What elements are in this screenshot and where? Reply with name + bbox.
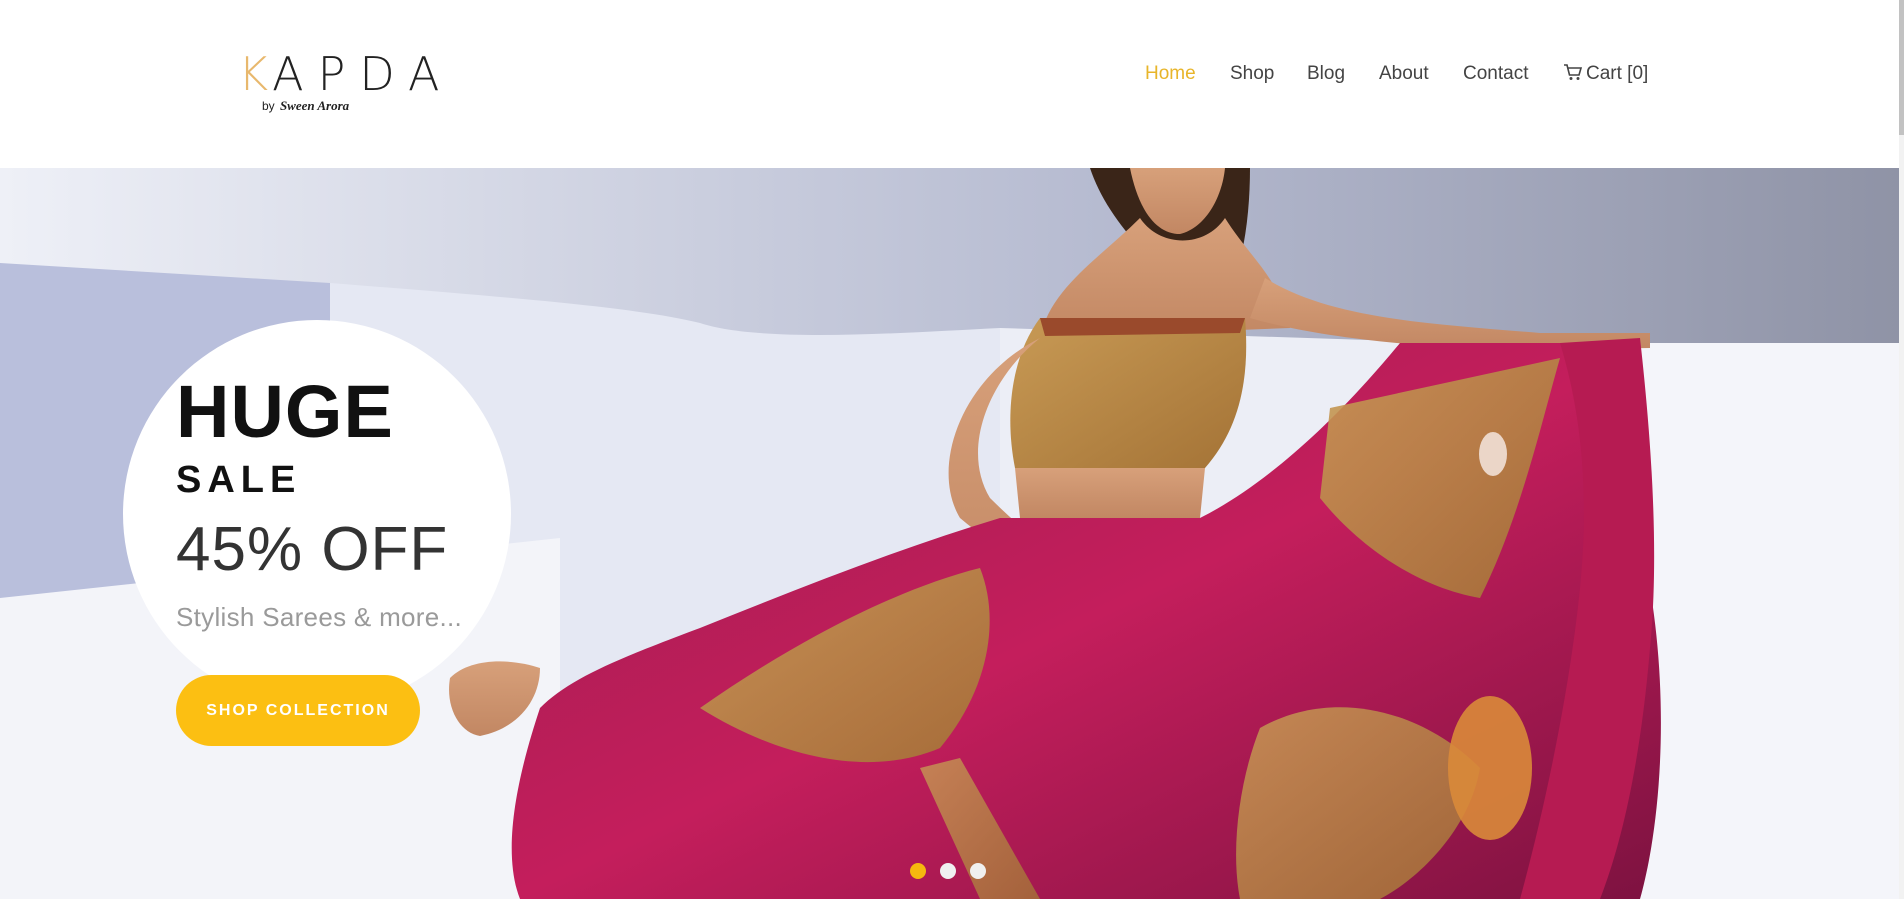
nav-contact[interactable]: Contact [1463, 62, 1528, 86]
promo-subheadline: SALE [176, 459, 302, 501]
promo-headline: HUGE [176, 370, 394, 453]
scrollbar-thumb[interactable] [1899, 0, 1904, 135]
cart-label: Cart [0] [1586, 63, 1649, 84]
slide-dot-2[interactable] [940, 863, 956, 879]
main-nav: Home Shop Blog About Contact Cart [0] [0, 62, 1899, 86]
nav-home[interactable]: Home [1145, 62, 1196, 86]
logo-byline: by Sween Arora [262, 98, 349, 114]
promo-discount: 45% OFF [176, 515, 449, 584]
page-scrollbar[interactable] [1899, 0, 1904, 899]
promo-tagline: Stylish Sarees & more... [176, 602, 463, 632]
slide-dot-3[interactable] [970, 863, 986, 879]
site-header: KAPDA by Sween Arora Home Shop Blog Abou… [0, 0, 1899, 168]
slide-dot-1[interactable] [910, 863, 926, 879]
shop-collection-button[interactable]: SHOP COLLECTION [176, 675, 420, 746]
byline-name: Sween Arora [279, 98, 350, 113]
nav-shop[interactable]: Shop [1230, 62, 1274, 86]
byline-prefix: by [262, 99, 275, 113]
shopping-cart-icon [1563, 63, 1583, 88]
nav-about[interactable]: About [1379, 62, 1429, 86]
nav-cart[interactable]: Cart [0] [1563, 62, 1648, 88]
nav-blog[interactable]: Blog [1307, 62, 1345, 86]
